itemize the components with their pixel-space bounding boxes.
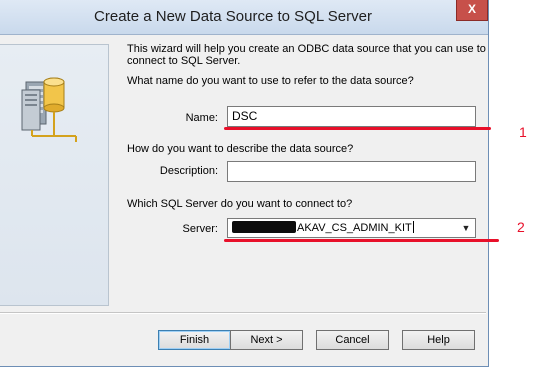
wizard-window: Create a New Data Source to SQL Server X bbox=[0, 0, 489, 367]
intro-line-1: This wizard will help you create an ODBC… bbox=[127, 43, 486, 55]
close-button[interactable]: X bbox=[456, 0, 488, 21]
annotation-marker-2: 2 bbox=[517, 219, 525, 235]
annotation-marker-1: 1 bbox=[519, 124, 527, 140]
cancel-button[interactable]: Cancel bbox=[316, 330, 389, 350]
text-cursor bbox=[412, 221, 414, 233]
help-button[interactable]: Help bbox=[402, 330, 475, 350]
screenshot: Create a New Data Source to SQL Server X bbox=[0, 0, 557, 371]
intro-line-2: connect to SQL Server. bbox=[127, 55, 241, 67]
close-icon: X bbox=[467, 2, 476, 16]
server-value-text: AKAV_CS_ADMIN_KIT bbox=[232, 221, 414, 235]
name-label: Name: bbox=[185, 112, 218, 124]
server-question: Which SQL Server do you want to connect … bbox=[127, 198, 353, 210]
annotation-underline-2 bbox=[224, 239, 499, 242]
description-label: Description: bbox=[159, 165, 218, 177]
description-field[interactable] bbox=[227, 161, 476, 182]
chevron-down-icon[interactable]: ▼ bbox=[459, 220, 473, 236]
name-question: What name do you want to use to refer to… bbox=[127, 75, 414, 87]
description-question: How do you want to describe the data sou… bbox=[127, 143, 354, 155]
button-separator bbox=[0, 312, 486, 314]
wizard-image-panel bbox=[0, 44, 109, 306]
redaction-mark bbox=[232, 221, 296, 233]
server-value: AKAV_CS_ADMIN_KIT bbox=[297, 222, 412, 234]
finish-button[interactable]: Finish bbox=[158, 330, 231, 350]
server-label: Server: bbox=[182, 223, 218, 235]
dialog-body: This wizard will help you create an ODBC… bbox=[0, 35, 488, 366]
next-button[interactable]: Next > bbox=[230, 330, 303, 350]
title-bar: Create a New Data Source to SQL Server X bbox=[0, 0, 488, 35]
server-database-icon bbox=[21, 77, 77, 142]
server-dropdown[interactable]: AKAV_CS_ADMIN_KIT ▼ bbox=[227, 218, 476, 238]
window-title: Create a New Data Source to SQL Server bbox=[94, 8, 372, 25]
annotation-underline-1 bbox=[224, 127, 491, 130]
name-field[interactable]: DSC bbox=[227, 106, 476, 127]
